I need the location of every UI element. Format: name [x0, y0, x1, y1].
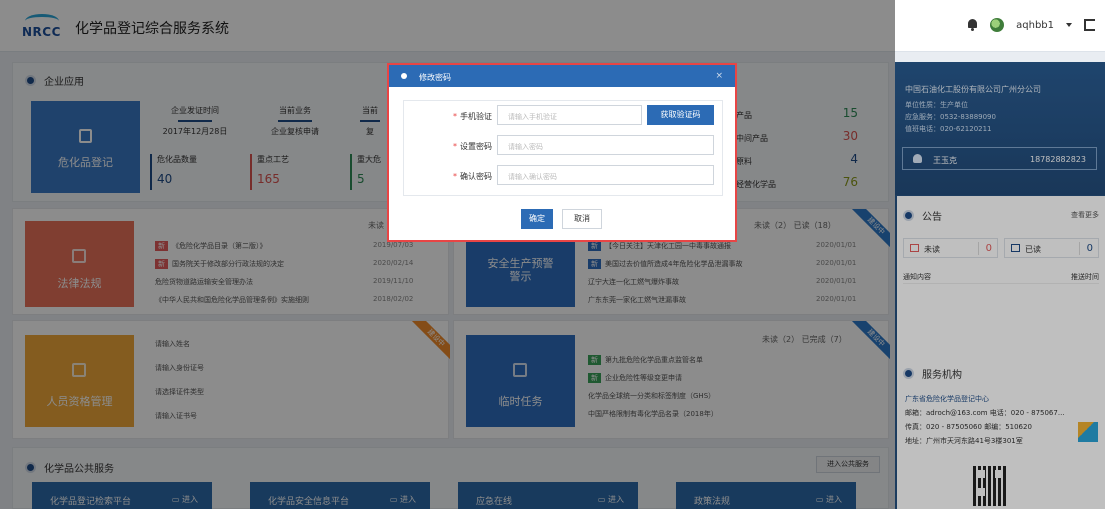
get-code-button[interactable]: 获取验证码 [647, 105, 714, 125]
phone-verify-label: * 手机验证 [453, 112, 492, 121]
header-actions: aqhbb1 [967, 18, 1095, 32]
bell-icon[interactable] [967, 19, 978, 31]
confirm-password-label: * 确认密码 [453, 172, 492, 181]
chevron-down-icon[interactable] [1066, 23, 1072, 27]
close-icon[interactable]: × [715, 71, 723, 81]
dialog-title: 修改密码 [419, 73, 451, 82]
username[interactable]: aqhbb1 [1016, 20, 1054, 31]
avatar[interactable] [990, 18, 1005, 32]
set-password-label: * 设置密码 [453, 142, 492, 151]
dialog-header: 修改密码 × [389, 65, 735, 87]
set-password-input[interactable]: 请输入密码 [497, 135, 714, 155]
password-form: * 手机验证 请输入手机验证 获取验证码 * 设置密码 请输入密码 * 确认密码 请输… [403, 100, 723, 196]
modal-backdrop-sidebar[interactable] [895, 62, 1105, 509]
change-password-dialog: 修改密码 × * 手机验证 请输入手机验证 获取验证码 * 设置密码 请输入密码 *… [387, 63, 737, 242]
confirm-password-input[interactable]: 请输入确认密码 [497, 165, 714, 185]
bullet-icon [401, 73, 407, 79]
logout-icon[interactable] [1084, 19, 1095, 31]
phone-verify-input[interactable]: 请输入手机验证 [497, 105, 642, 125]
confirm-button[interactable]: 确定 [521, 209, 553, 229]
cancel-button[interactable]: 取消 [562, 209, 602, 229]
